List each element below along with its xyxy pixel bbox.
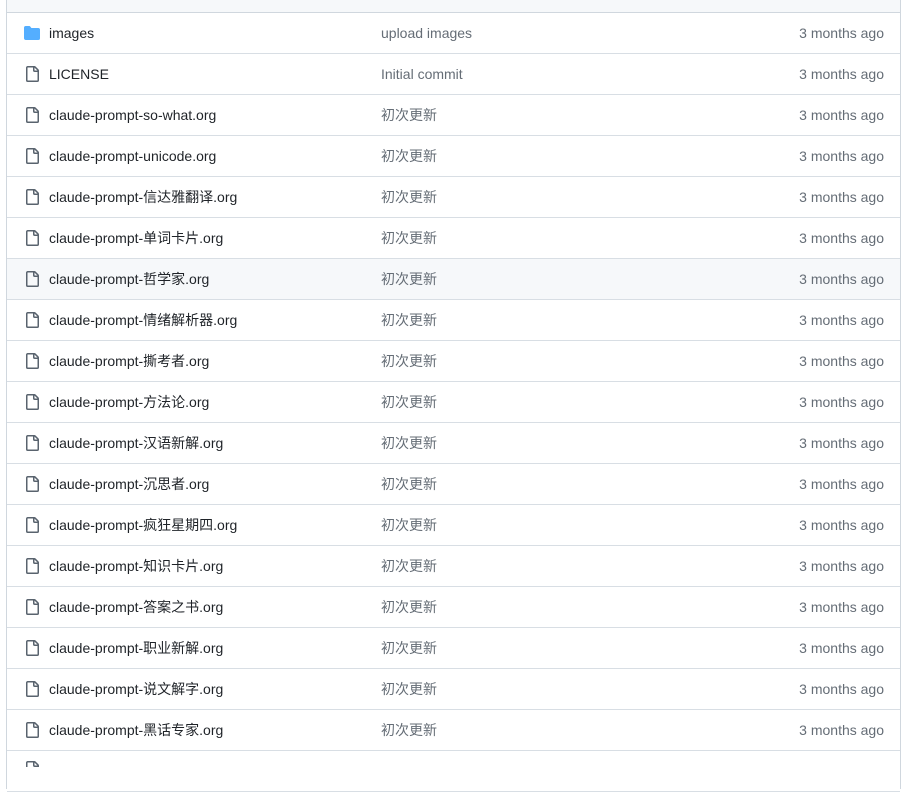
file-icon — [24, 722, 40, 738]
commit-message-link[interactable]: 初次更新 — [381, 669, 437, 709]
file-name-link[interactable]: claude-prompt-方法论.org — [49, 382, 209, 422]
commit-age: 3 months ago — [799, 148, 884, 164]
commit-age: 3 months ago — [799, 353, 884, 369]
file-name-link[interactable]: claude-prompt-知识卡片.org — [49, 546, 223, 586]
file-icon — [24, 394, 40, 410]
file-icon — [24, 230, 40, 246]
file-icon — [24, 435, 40, 451]
file-icon — [24, 558, 40, 574]
file-name-link[interactable]: claude-prompt-汉语新解.org — [49, 423, 223, 463]
file-row[interactable]: claude-prompt-黑话专家.org 初次更新 3 months ago — [7, 710, 900, 751]
file-icon — [24, 189, 40, 205]
file-name-link[interactable]: claude-prompt-黑话专家.org — [49, 710, 223, 750]
file-name-link[interactable]: claude-prompt-职业新解.org — [49, 628, 223, 668]
commit-message-link[interactable]: 初次更新 — [381, 259, 437, 299]
folder-icon — [24, 25, 40, 41]
commit-age: 3 months ago — [799, 517, 884, 533]
commit-age: 3 months ago — [799, 599, 884, 615]
file-row[interactable]: claude-prompt-哲学家.org 初次更新 3 months ago — [7, 259, 900, 300]
commit-age: 3 months ago — [799, 722, 884, 738]
file-icon — [24, 66, 40, 82]
commit-age: 3 months ago — [799, 476, 884, 492]
file-name-link[interactable]: claude-prompt-撕考者.org — [49, 341, 209, 381]
file-row[interactable]: claude-prompt-撕考者.org 初次更新 3 months ago — [7, 341, 900, 382]
commit-message-link[interactable]: 初次更新 — [381, 136, 437, 176]
commit-age: 3 months ago — [799, 66, 884, 82]
file-name-link[interactable]: claude-prompt-说文解字.org — [49, 669, 223, 709]
file-name-link[interactable]: images — [49, 13, 94, 53]
commit-message-link[interactable]: 初次更新 — [381, 423, 437, 463]
file-icon — [24, 353, 40, 369]
file-row[interactable]: LICENSE Initial commit 3 months ago — [7, 54, 900, 95]
file-icon — [24, 312, 40, 328]
file-name-link[interactable]: claude-prompt-情绪解析器.org — [49, 300, 237, 340]
file-icon — [24, 107, 40, 123]
commit-message-link[interactable]: Initial commit — [381, 54, 463, 94]
commit-age: 3 months ago — [799, 312, 884, 328]
commit-message-link[interactable]: 初次更新 — [381, 628, 437, 668]
commit-message-link[interactable]: 初次更新 — [381, 710, 437, 750]
file-row[interactable]: claude-prompt-so-what.org 初次更新 3 months ag… — [7, 95, 900, 136]
commit-message-link[interactable]: 初次更新 — [381, 464, 437, 504]
file-name-link[interactable]: claude-prompt-沉思者.org — [49, 464, 209, 504]
file-row[interactable]: claude-prompt-答案之书.org 初次更新 3 months ago — [7, 587, 900, 628]
commit-age: 3 months ago — [799, 435, 884, 451]
table-header-strip — [7, 0, 900, 13]
file-row[interactable]: claude-prompt-说文解字.org 初次更新 3 months ago — [7, 669, 900, 710]
file-row[interactable]: claude-prompt-单词卡片.org 初次更新 3 months ago — [7, 218, 900, 259]
file-icon — [24, 517, 40, 533]
file-name-link[interactable]: claude-prompt-答案之书.org — [49, 587, 223, 627]
file-row[interactable]: claude-prompt-信达雅翻译.org 初次更新 3 months ago — [7, 177, 900, 218]
file-row-partial[interactable] — [7, 751, 900, 792]
commit-message-link[interactable]: 初次更新 — [381, 382, 437, 422]
file-name-link[interactable]: claude-prompt-unicode.org — [49, 136, 216, 176]
commit-age: 3 months ago — [799, 25, 884, 41]
commit-message-link[interactable]: 初次更新 — [381, 587, 437, 627]
commit-age: 3 months ago — [799, 558, 884, 574]
commit-age: 3 months ago — [799, 640, 884, 656]
commit-age: 3 months ago — [799, 189, 884, 205]
file-icon — [24, 271, 40, 287]
file-icon — [24, 681, 40, 697]
file-name-link[interactable]: claude-prompt-单词卡片.org — [49, 218, 223, 258]
file-row[interactable]: claude-prompt-unicode.org 初次更新 3 months ag… — [7, 136, 900, 177]
commit-message-link[interactable]: 初次更新 — [381, 546, 437, 586]
file-name-link[interactable]: claude-prompt-信达雅翻译.org — [49, 177, 237, 217]
file-row[interactable]: claude-prompt-知识卡片.org 初次更新 3 months ago — [7, 546, 900, 587]
file-row[interactable]: claude-prompt-汉语新解.org 初次更新 3 months ago — [7, 423, 900, 464]
commit-message-link[interactable]: 初次更新 — [381, 95, 437, 135]
folder-row[interactable]: images upload images 3 months ago — [7, 13, 900, 54]
commit-message-link[interactable]: 初次更新 — [381, 177, 437, 217]
commit-message-link[interactable]: 初次更新 — [381, 300, 437, 340]
file-row[interactable]: claude-prompt-职业新解.org 初次更新 3 months ago — [7, 628, 900, 669]
file-row[interactable]: claude-prompt-方法论.org 初次更新 3 months ago — [7, 382, 900, 423]
file-icon — [24, 761, 40, 767]
commit-age: 3 months ago — [799, 271, 884, 287]
commit-message-link[interactable]: 初次更新 — [381, 341, 437, 381]
file-icon — [24, 640, 40, 656]
file-row[interactable]: claude-prompt-沉思者.org 初次更新 3 months ago — [7, 464, 900, 505]
commit-message-link[interactable]: upload images — [381, 13, 472, 53]
commit-age: 3 months ago — [799, 230, 884, 246]
file-list-table: images upload images 3 months ago LICENSE In… — [6, 0, 901, 792]
commit-message-link[interactable]: 初次更新 — [381, 505, 437, 545]
file-name-link[interactable]: claude-prompt-疯狂星期四.org — [49, 505, 237, 545]
commit-age: 3 months ago — [799, 107, 884, 123]
file-row[interactable]: claude-prompt-情绪解析器.org 初次更新 3 months ago — [7, 300, 900, 341]
file-row[interactable]: claude-prompt-疯狂星期四.org 初次更新 3 months ago — [7, 505, 900, 546]
file-name-link[interactable]: claude-prompt-so-what.org — [49, 95, 216, 135]
commit-age: 3 months ago — [799, 681, 884, 697]
commit-message-link[interactable]: 初次更新 — [381, 218, 437, 258]
file-icon — [24, 476, 40, 492]
file-icon — [24, 148, 40, 164]
commit-age: 3 months ago — [799, 394, 884, 410]
file-list-rows: images upload images 3 months ago LICENSE In… — [7, 13, 900, 792]
file-name-link[interactable]: LICENSE — [49, 54, 109, 94]
file-icon — [24, 599, 40, 615]
file-name-link[interactable]: claude-prompt-哲学家.org — [49, 259, 209, 299]
